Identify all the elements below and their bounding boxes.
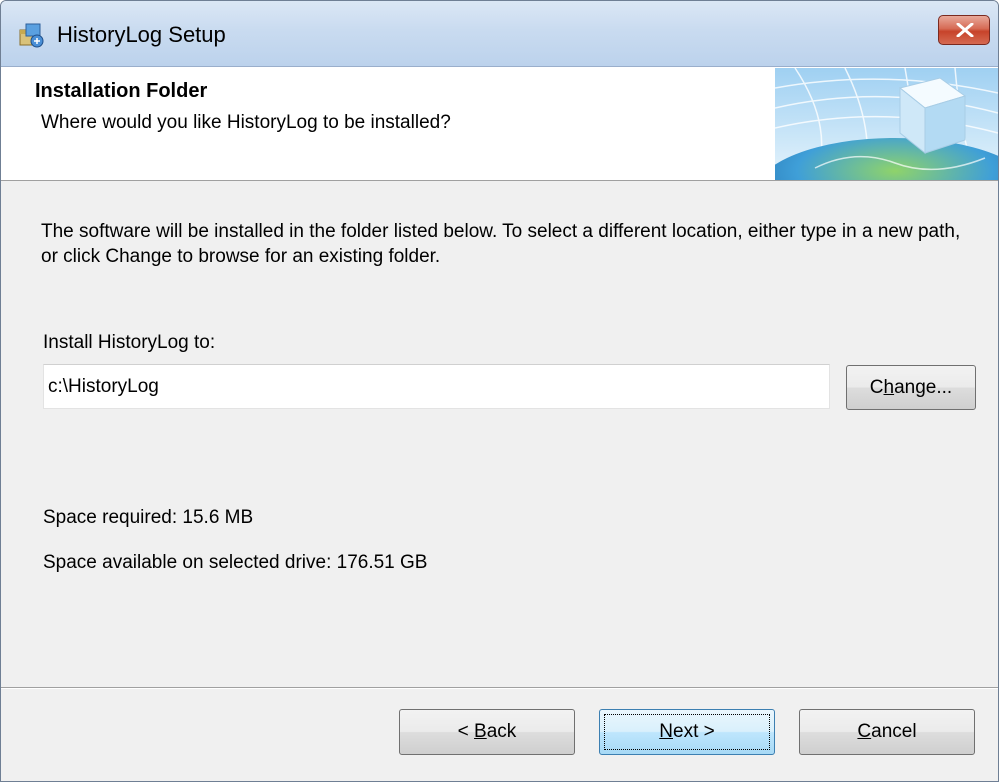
next-button[interactable]: Next >: [599, 709, 775, 755]
accelerator-key: C: [857, 721, 872, 742]
page-title: Installation Folder: [35, 80, 208, 102]
accelerator-key: h: [883, 377, 895, 398]
space-required-text: Space required: 15.6 MB: [43, 507, 254, 528]
button-label: <: [457, 721, 475, 742]
footer-divider: [1, 687, 998, 689]
cancel-button[interactable]: Cancel: [799, 709, 975, 755]
setup-window: HistoryLog Setup Installation Folder Whe…: [0, 0, 999, 782]
close-button[interactable]: [938, 15, 990, 45]
install-location-label: Install HistoryLog to:: [43, 332, 216, 353]
button-label: ange...: [894, 377, 953, 398]
page-subtitle: Where would you like HistoryLog to be in…: [41, 112, 451, 133]
title-bar[interactable]: HistoryLog Setup: [1, 1, 998, 67]
globe-cube-banner: [775, 68, 998, 180]
setup-package-icon: [19, 23, 44, 48]
accelerator-key: N: [659, 721, 673, 742]
change-button[interactable]: Change...: [846, 365, 976, 410]
accelerator-key: B: [474, 721, 487, 742]
button-label: ext >: [673, 721, 715, 742]
window-title: HistoryLog Setup: [57, 22, 226, 47]
back-button[interactable]: < Back: [399, 709, 575, 755]
install-path-input[interactable]: [43, 364, 830, 409]
description-text: The software will be installed in the fo…: [41, 221, 961, 267]
button-label: C: [869, 377, 884, 398]
button-label: ack: [486, 721, 517, 742]
space-available-text: Space available on selected drive: 176.5…: [43, 552, 428, 573]
close-icon: [956, 23, 974, 37]
button-label: ancel: [871, 721, 917, 742]
